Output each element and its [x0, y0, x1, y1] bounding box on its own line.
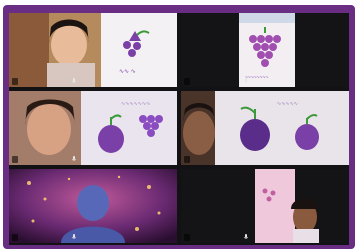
video-feed-1: ∿∿ ∿	[9, 13, 177, 87]
mic-icon	[71, 78, 77, 83]
mic-icon	[243, 78, 249, 83]
participant-name-3	[12, 156, 18, 163]
video-tile-2[interactable]: ~~~~~~~~	[181, 13, 349, 87]
video-tile-1[interactable]: ∿∿ ∿	[9, 13, 177, 87]
video-feed-2: ~~~~~~~~	[181, 13, 349, 87]
participant-name-2	[184, 78, 190, 85]
video-grid: ∿∿ ∿ ~~~~~~~~ ∿∿∿∿∿∿∿ ∿∿∿∿∿	[9, 13, 349, 245]
mic-icon	[243, 234, 249, 239]
mic-icon	[243, 156, 249, 161]
video-feed-4: ∿∿∿∿∿	[181, 91, 349, 165]
video-feed-6	[181, 169, 349, 243]
participant-name-4	[184, 156, 190, 163]
mic-icon	[71, 234, 77, 239]
video-feed-5	[9, 169, 177, 243]
participant-name-6	[184, 234, 190, 241]
video-tile-6[interactable]	[181, 169, 349, 243]
participant-name-1	[12, 78, 18, 85]
video-feed-3: ∿∿∿∿∿∿∿	[9, 91, 177, 165]
video-tile-4[interactable]: ∿∿∿∿∿	[181, 91, 349, 165]
mic-icon	[71, 156, 77, 161]
meeting-window: ∿∿ ∿ ~~~~~~~~ ∿∿∿∿∿∿∿ ∿∿∿∿∿	[3, 5, 355, 249]
svg-text:∿∿∿∿∿∿∿: ∿∿∿∿∿∿∿	[121, 101, 150, 107]
video-tile-3[interactable]: ∿∿∿∿∿∿∿	[9, 91, 177, 165]
svg-text:∿∿∿∿∿: ∿∿∿∿∿	[277, 101, 298, 107]
video-tile-5[interactable]	[9, 169, 177, 243]
participant-name-5	[12, 234, 18, 241]
svg-text:∿∿ ∿: ∿∿ ∿	[119, 69, 136, 75]
